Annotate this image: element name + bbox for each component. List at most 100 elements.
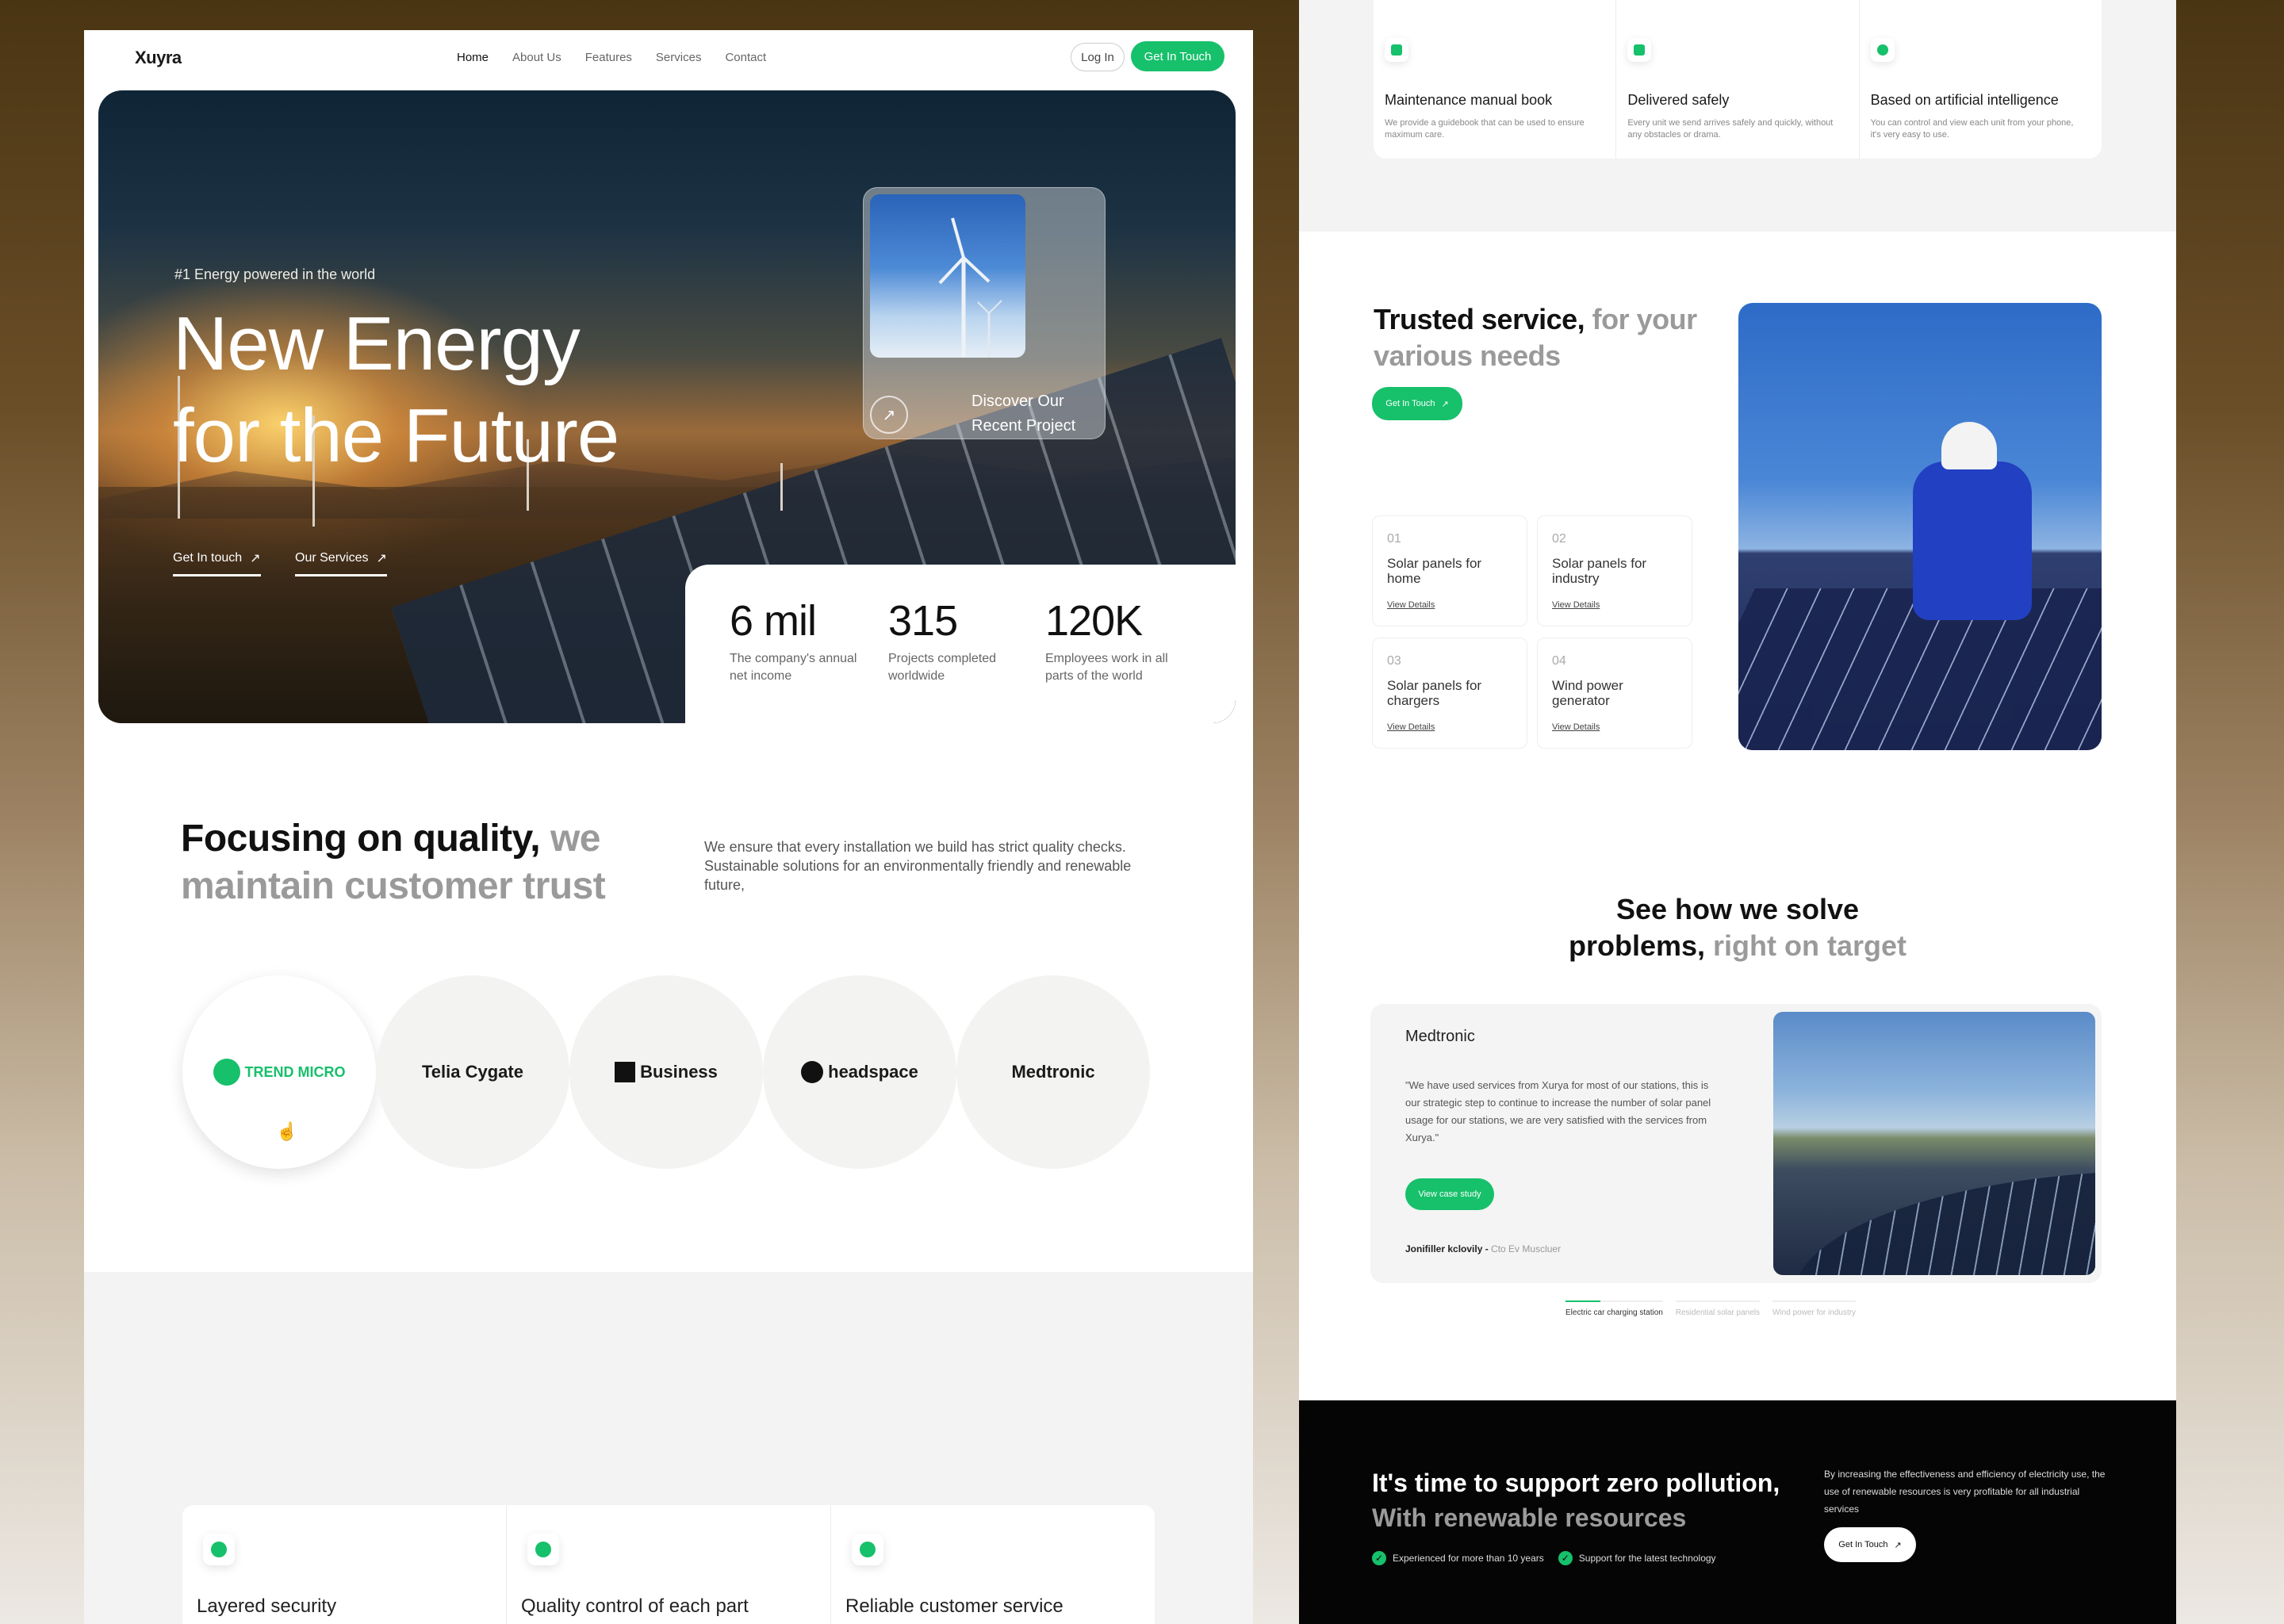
- client-logo-headspace[interactable]: headspace: [763, 975, 956, 1169]
- quality-heading: Focusing on quality, we maintain custome…: [181, 815, 625, 910]
- arrow-up-right-icon[interactable]: ↗: [870, 396, 908, 434]
- button-label: Get In Touch: [1385, 399, 1435, 408]
- arrow-up-right-icon: ↗: [1894, 1540, 1902, 1550]
- feature-title: Quality control of each part: [521, 1595, 749, 1617]
- project-line2: Recent Project: [971, 417, 1076, 435]
- cta-heading: It's time to support zero pollution, Wit…: [1372, 1465, 1816, 1535]
- client-logos: TREND MICRO ☝ Telia Cygate Business head…: [182, 975, 1166, 1174]
- cta-check-technology: ✓ Support for the latest technology: [1558, 1551, 1716, 1565]
- wind-turbine-illustration: [938, 217, 1002, 358]
- tab-label: Electric car charging station: [1565, 1308, 1663, 1317]
- service-number: 03: [1387, 654, 1401, 668]
- brand-logo[interactable]: Xuyra: [135, 48, 182, 68]
- service-title: Solar panels for industry: [1552, 556, 1647, 586]
- service-card[interactable]: 04 Wind power generator View Details: [1537, 638, 1692, 749]
- cta-title: It's time to support zero pollution,: [1372, 1469, 1780, 1497]
- cta-checks: ✓ Experienced for more than 10 years ✓ Sup…: [1372, 1551, 1716, 1565]
- hero-title-line2: for the Future: [173, 393, 619, 478]
- view-case-study-button[interactable]: View case study: [1405, 1178, 1494, 1210]
- landing-page-right: Maintenance manual book We provide a gui…: [1299, 0, 2176, 1624]
- hero-get-in-touch-link[interactable]: Get In touch ↗: [173, 550, 261, 576]
- feature-desc: You can control and view each unit from …: [1870, 118, 2074, 140]
- solar-worker-photo: [1738, 303, 2102, 750]
- stat-projects: 315 Projects completed worldwide: [888, 596, 1031, 685]
- chat-icon: [852, 1534, 883, 1565]
- recent-project-card[interactable]: ↗ Discover Our Recent Project: [863, 187, 1106, 439]
- check-label: Support for the latest technology: [1578, 1553, 1716, 1564]
- client-logo-trend-micro[interactable]: TREND MICRO ☝: [182, 975, 376, 1169]
- project-card-text: Discover Our Recent Project: [971, 389, 1098, 439]
- author-name: Jonifiller kclovily -: [1405, 1243, 1489, 1254]
- view-details-link[interactable]: View Details: [1552, 600, 1600, 610]
- feature-title: Maintenance manual book: [1385, 92, 1553, 108]
- stat-income: 6 mil The company's annual net income: [730, 596, 872, 685]
- client-logo-label: headspace: [828, 1062, 918, 1082]
- feature-layered-security: Layered security: [182, 1505, 507, 1624]
- feature-quality-control: Quality control of each part: [507, 1505, 831, 1624]
- worker-figure: [1913, 462, 2032, 620]
- case-quote: "We have used services from Xurya for mo…: [1405, 1079, 1711, 1143]
- features-row-continued: Maintenance manual book We provide a gui…: [1374, 0, 2102, 159]
- trend-micro-icon: [213, 1059, 240, 1086]
- login-button[interactable]: Log In: [1071, 43, 1125, 71]
- feature-title: Layered security: [197, 1595, 337, 1617]
- stat-value: 315: [888, 597, 958, 645]
- service-title: Wind power generator: [1552, 678, 1623, 708]
- client-logo-medtronic[interactable]: Medtronic: [956, 975, 1150, 1169]
- nav-item-about[interactable]: About Us: [512, 51, 561, 64]
- trusted-title-main: Trusted service,: [1374, 303, 1585, 335]
- arrow-up-right-icon: ↗: [250, 552, 261, 565]
- tab-label: Residential solar panels: [1675, 1308, 1761, 1317]
- nav-item-contact[interactable]: Contact: [725, 51, 766, 64]
- solar-panel-field: [1793, 1170, 2095, 1275]
- view-details-link[interactable]: View Details: [1387, 722, 1435, 732]
- hero-title: New Energy for the Future: [173, 298, 728, 482]
- arrow-up-right-icon: ↗: [376, 552, 387, 565]
- trusted-heading: Trusted service, for your various needs: [1374, 301, 1707, 374]
- service-card[interactable]: 01 Solar panels for home View Details: [1372, 515, 1527, 626]
- hero-our-services-link[interactable]: Our Services ↗: [295, 550, 387, 576]
- service-card[interactable]: 02 Solar panels for industry View Detail…: [1537, 515, 1692, 626]
- client-logo-label: Medtronic: [1011, 1062, 1095, 1082]
- nav-item-services[interactable]: Services: [656, 51, 702, 64]
- stat-label: The company's annual net income: [730, 652, 857, 683]
- cta-get-in-touch-button[interactable]: Get In Touch ↗: [1824, 1527, 1916, 1562]
- feature-delivered: Delivered safely Every unit we send arri…: [1616, 0, 1860, 159]
- wind-turbine-icon: [780, 463, 783, 511]
- landing-page-left: Xuyra Home About Us Features Services Co…: [84, 30, 1253, 1624]
- tab-residential[interactable]: Residential solar panels: [1675, 1300, 1761, 1317]
- service-card[interactable]: 03 Solar panels for chargers View Detail…: [1372, 638, 1527, 749]
- hand-cursor-icon: ☝: [276, 1121, 298, 1141]
- feature-desc: Every unit we send arrives safely and qu…: [1627, 118, 1834, 140]
- ai-chip-icon: [1870, 38, 1895, 62]
- view-details-link[interactable]: View Details: [1387, 600, 1435, 610]
- client-logo-business[interactable]: Business: [569, 975, 763, 1169]
- wind-turbine-photo: [870, 194, 1025, 358]
- tab-wind-power[interactable]: Wind power for industry: [1772, 1300, 1857, 1317]
- feature-title: Reliable customer service: [845, 1595, 1063, 1617]
- hero-link2-label: Our Services: [295, 551, 369, 565]
- nav-item-home[interactable]: Home: [457, 51, 489, 64]
- solar-farm-photo: [1773, 1012, 2095, 1275]
- nav-item-features[interactable]: Features: [585, 51, 632, 64]
- cta-subtitle: With renewable resources: [1372, 1503, 1687, 1532]
- case-company: Medtronic: [1405, 1028, 1475, 1045]
- client-logo-telia[interactable]: Telia Cygate: [376, 975, 569, 1169]
- check-label: Experienced for more than 10 years: [1393, 1553, 1544, 1564]
- tab-electric-car[interactable]: Electric car charging station: [1565, 1300, 1663, 1317]
- features-row: Layered security Quality control of each…: [182, 1505, 1155, 1624]
- stats-panel: 6 mil The company's annual net income 31…: [685, 565, 1236, 723]
- stat-label: Projects completed worldwide: [888, 652, 997, 683]
- check-badge-icon: [527, 1534, 559, 1565]
- view-details-link[interactable]: View Details: [1552, 722, 1600, 732]
- stat-employees: 120K Employees work in all parts of the …: [1045, 596, 1188, 685]
- business-square-icon: [615, 1062, 636, 1082]
- service-title: Solar panels for home: [1387, 556, 1482, 586]
- feature-manual: Maintenance manual book We provide a gui…: [1374, 0, 1617, 159]
- headspace-dot-icon: [801, 1061, 824, 1083]
- button-label: Get In Touch: [1838, 1540, 1888, 1549]
- solve-heading: See how we solve problems, right on targ…: [1299, 891, 2176, 964]
- project-line1: Discover Our: [971, 393, 1064, 410]
- get-in-touch-button[interactable]: Get In Touch: [1131, 41, 1224, 71]
- trusted-get-in-touch-button[interactable]: Get In Touch ↗: [1372, 387, 1462, 420]
